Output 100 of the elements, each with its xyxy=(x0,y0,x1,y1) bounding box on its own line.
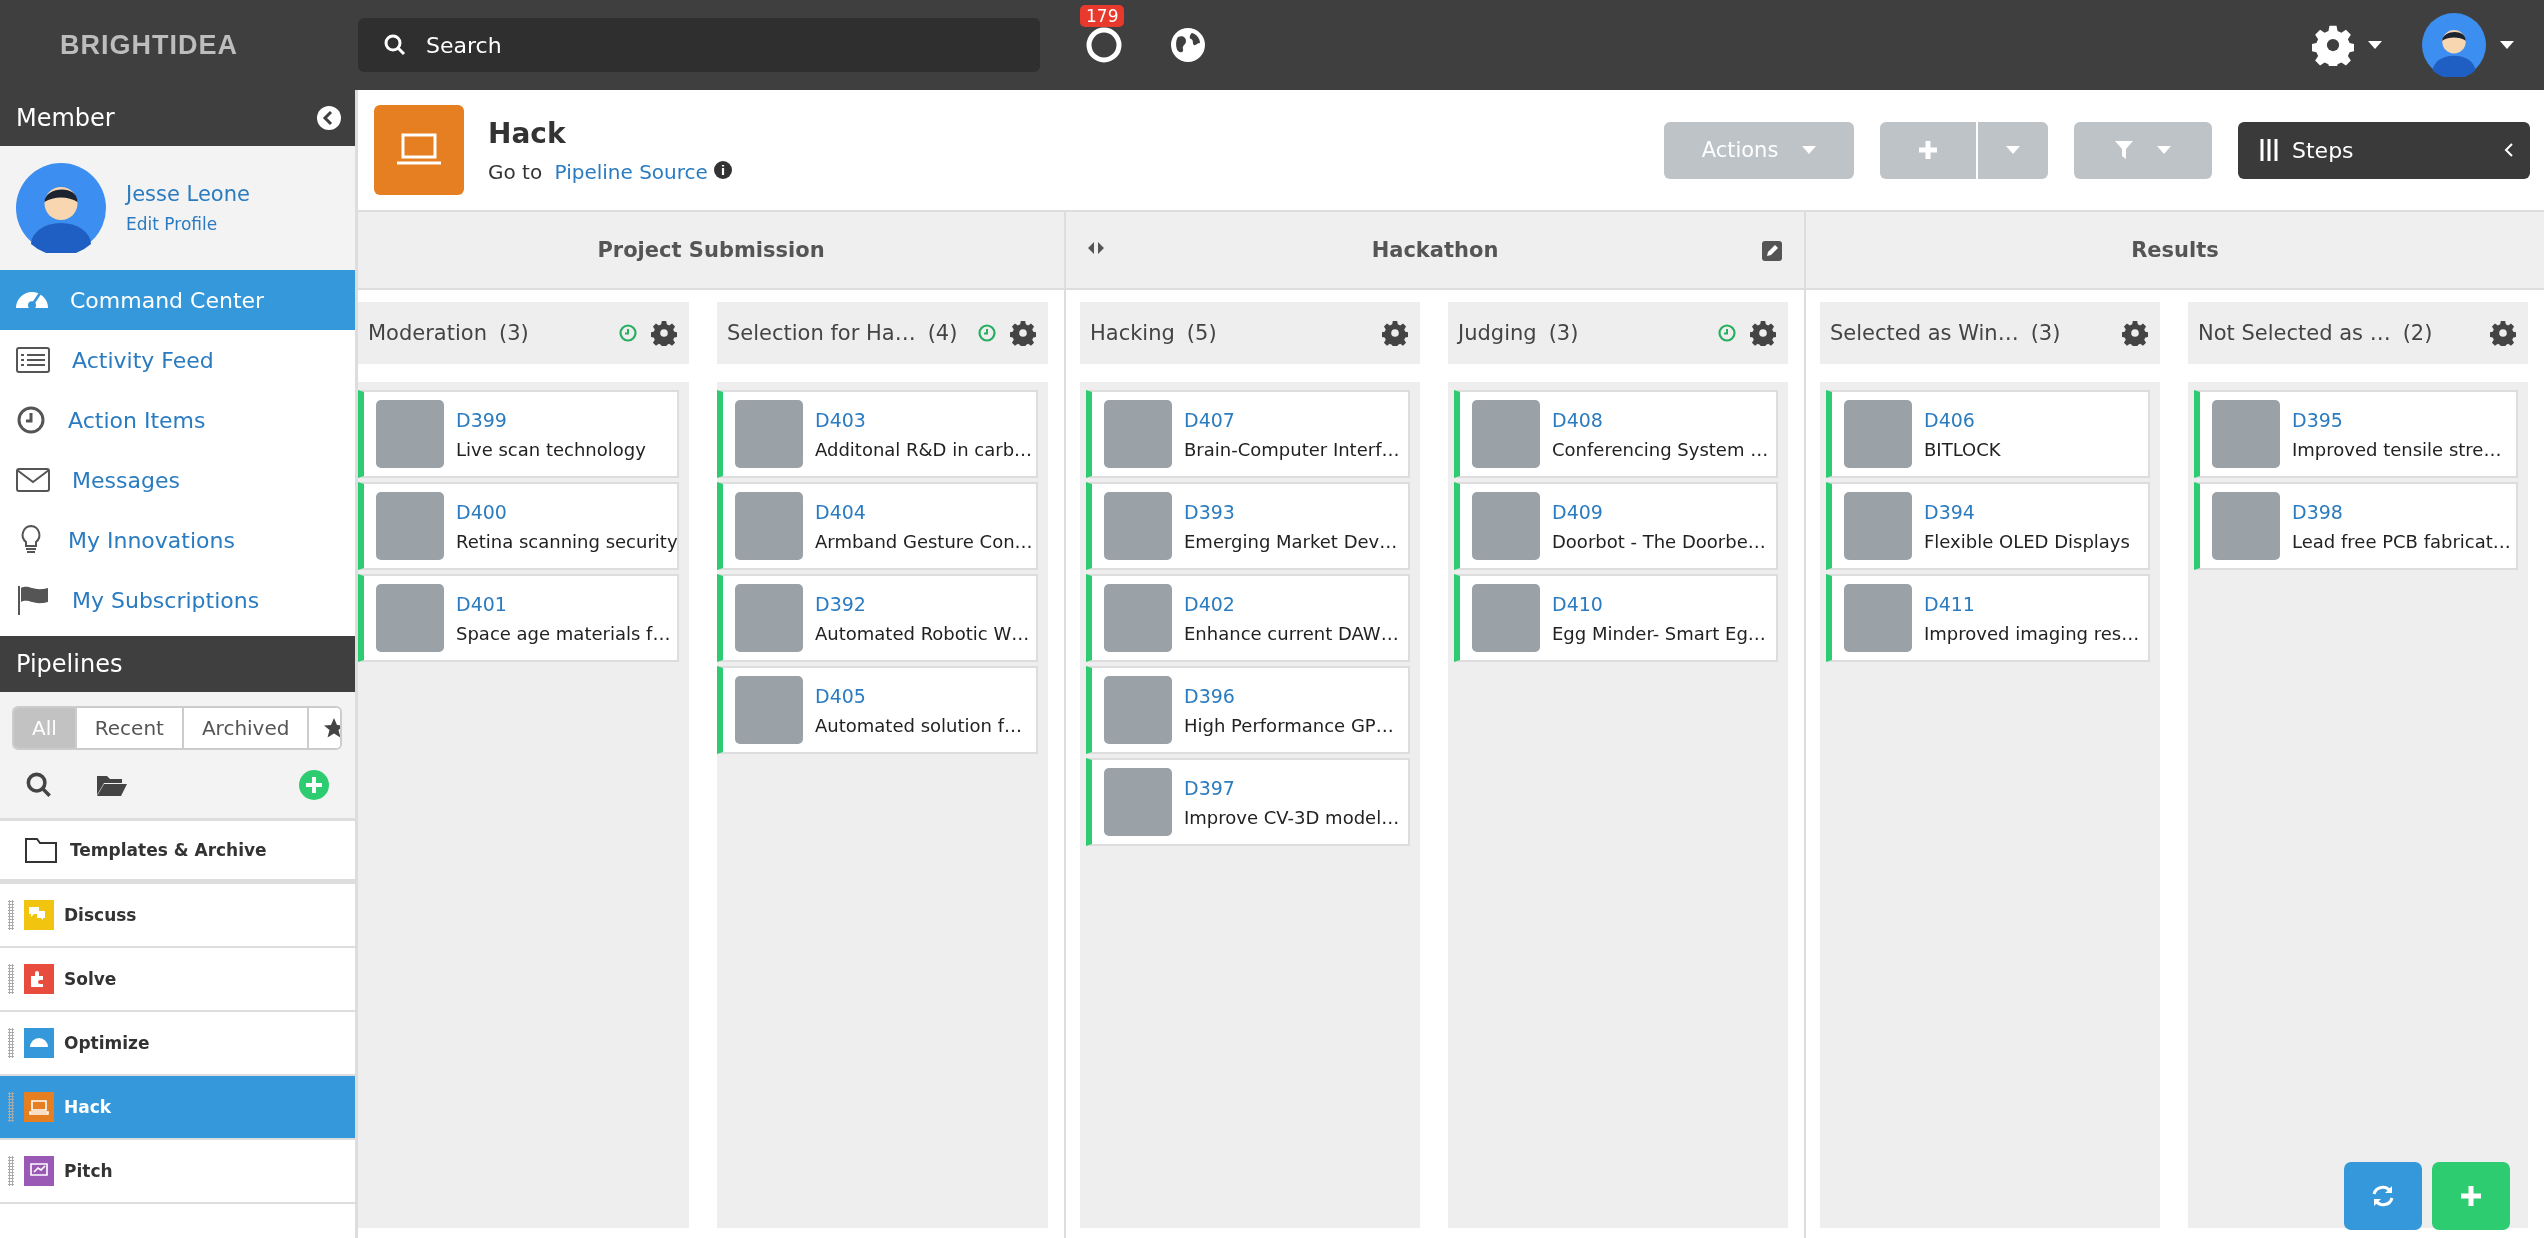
idea-id-link[interactable]: D403 xyxy=(815,408,1033,431)
nav-item[interactable]: Messages xyxy=(0,450,355,510)
idea-card[interactable]: D393 Emerging Market Dev… xyxy=(1086,482,1410,570)
nav-item[interactable]: Activity Feed xyxy=(0,330,355,390)
idea-card[interactable]: D398 Lead free PCB fabricat… xyxy=(2194,482,2518,570)
search-icon[interactable] xyxy=(26,772,52,798)
idea-title: Improved imaging res… xyxy=(1924,622,2140,644)
idea-id-link[interactable]: D401 xyxy=(456,592,671,615)
user-menu-button[interactable] xyxy=(2422,13,2514,77)
idea-card[interactable]: D400 Retina scanning security xyxy=(358,482,679,570)
idea-card[interactable]: D403 Additonal R&D in carb… xyxy=(717,390,1038,478)
flag-icon xyxy=(16,584,50,616)
idea-id-link[interactable]: D410 xyxy=(1552,592,1766,615)
search-field[interactable]: Search xyxy=(358,18,1040,72)
idea-card[interactable]: D407 Brain-Computer Interf… xyxy=(1086,390,1410,478)
stage-title: Hackathon xyxy=(1371,238,1499,262)
idea-id-link[interactable]: D404 xyxy=(815,500,1033,523)
idea-card[interactable]: D406 BITLOCK xyxy=(1826,390,2150,478)
folder-icon[interactable] xyxy=(96,773,128,797)
idea-card[interactable]: D397 Improve CV-3D model… xyxy=(1086,758,1410,846)
pipeline-source-link[interactable]: Pipeline Source xyxy=(554,159,708,184)
settings-icon[interactable] xyxy=(2312,24,2354,66)
photo-placeholder xyxy=(1104,584,1172,652)
idea-id-link[interactable]: D406 xyxy=(1924,408,2001,431)
photo-placeholder xyxy=(1104,400,1172,468)
idea-id-link[interactable]: D392 xyxy=(815,592,1030,615)
settings-icon[interactable] xyxy=(1382,320,1408,346)
idea-id-link[interactable]: D396 xyxy=(1184,684,1394,707)
edit-icon[interactable] xyxy=(1762,241,1782,261)
idea-card[interactable]: D409 Doorbot - The Doorbe… xyxy=(1454,482,1778,570)
photo-placeholder xyxy=(1472,492,1540,560)
idea-id-link[interactable]: D395 xyxy=(2292,408,2502,431)
drag-handle[interactable] xyxy=(8,1092,14,1122)
user-name-link[interactable]: Jesse Leone xyxy=(126,182,250,206)
photo-placeholder xyxy=(1472,584,1540,652)
idea-title: Automated Robotic W… xyxy=(815,622,1030,644)
idea-id-link[interactable]: D394 xyxy=(1924,500,2130,523)
settings-icon[interactable] xyxy=(2122,320,2148,346)
laptop-icon xyxy=(374,105,464,195)
idea-card[interactable]: D404 Armband Gesture Con… xyxy=(717,482,1038,570)
idea-title: Improve CV-3D model… xyxy=(1184,806,1400,828)
templates-item[interactable]: Templates & Archive xyxy=(0,818,355,884)
settings-icon[interactable] xyxy=(1750,320,1776,346)
idea-id-link[interactable]: D400 xyxy=(456,500,677,523)
pipeline-item[interactable]: Pitch xyxy=(0,1140,355,1204)
idea-id-link[interactable]: D408 xyxy=(1552,408,1769,431)
idea-title: BITLOCK xyxy=(1924,438,2001,460)
lane-title: Not Selected as … xyxy=(2198,321,2391,345)
settings-button[interactable] xyxy=(2312,24,2382,66)
pipeline-item[interactable]: Hack xyxy=(0,1076,355,1140)
notification-icon[interactable] xyxy=(1084,25,1124,65)
pipeline-item[interactable]: Solve xyxy=(0,948,355,1012)
idea-id-link[interactable]: D411 xyxy=(1924,592,2140,615)
section-title: Member xyxy=(16,104,115,132)
drag-handle[interactable] xyxy=(8,1156,14,1186)
lane-count: (3) xyxy=(2030,321,2061,345)
settings-icon[interactable] xyxy=(2490,320,2516,346)
refresh-button[interactable] xyxy=(2344,1162,2422,1230)
drag-handle[interactable] xyxy=(8,1028,14,1058)
stage-title: Results xyxy=(2131,238,2219,262)
dashboard-icon xyxy=(16,292,48,308)
idea-card[interactable]: D408 Conferencing System … xyxy=(1454,390,1778,478)
settings-icon[interactable] xyxy=(1010,320,1036,346)
idea-card[interactable]: D394 Flexible OLED Displays xyxy=(1826,482,2150,570)
caret-icon xyxy=(2368,41,2382,49)
globe-icon[interactable] xyxy=(1170,27,1206,63)
idea-card[interactable]: D399 Live scan technology xyxy=(358,390,679,478)
pipeline-item[interactable]: Discuss xyxy=(0,884,355,948)
idea-id-link[interactable]: D393 xyxy=(1184,500,1398,523)
idea-card[interactable]: D405 Automated solution f… xyxy=(717,666,1038,754)
nav-item[interactable]: Action Items xyxy=(0,390,355,450)
idea-card[interactable]: D392 Automated Robotic W… xyxy=(717,574,1038,662)
idea-card[interactable]: D395 Improved tensile stre… xyxy=(2194,390,2518,478)
idea-id-link[interactable]: D405 xyxy=(815,684,1022,707)
idea-id-link[interactable]: D409 xyxy=(1552,500,1766,523)
photo-placeholder xyxy=(1104,492,1172,560)
nav-item[interactable]: Command Center xyxy=(0,270,355,330)
drag-handle[interactable] xyxy=(8,900,14,930)
idea-card[interactable]: D410 Egg Minder- Smart Eg… xyxy=(1454,574,1778,662)
goto-text: Go to Pipeline Source xyxy=(488,159,733,184)
idea-card[interactable]: D396 High Performance GP… xyxy=(1086,666,1410,754)
idea-id-link[interactable]: D402 xyxy=(1184,592,1399,615)
idea-card[interactable]: D411 Improved imaging res… xyxy=(1826,574,2150,662)
idea-card[interactable]: D402 Enhance current DAW… xyxy=(1086,574,1410,662)
idea-id-link[interactable]: D407 xyxy=(1184,408,1400,431)
idea-id-link[interactable]: D397 xyxy=(1184,776,1400,799)
idea-id-link[interactable]: D399 xyxy=(456,408,646,431)
steps-button[interactable]: Steps xyxy=(2238,121,2530,179)
drag-handle[interactable] xyxy=(8,964,14,994)
nav-item[interactable]: My Subscriptions xyxy=(0,570,355,630)
idea-title: Egg Minder- Smart Eg… xyxy=(1552,622,1766,644)
idea-card[interactable]: D401 Space age materials f… xyxy=(358,574,679,662)
settings-icon[interactable] xyxy=(651,320,677,346)
info-icon[interactable] xyxy=(714,160,733,179)
nav-item[interactable]: My Innovations xyxy=(0,510,355,570)
caret-icon xyxy=(2006,146,2020,154)
edit-profile-link[interactable]: Edit Profile xyxy=(126,214,250,234)
collapse-icon[interactable] xyxy=(317,106,341,130)
idea-id-link[interactable]: D398 xyxy=(2292,500,2511,523)
resize-icon[interactable] xyxy=(1088,242,1104,254)
